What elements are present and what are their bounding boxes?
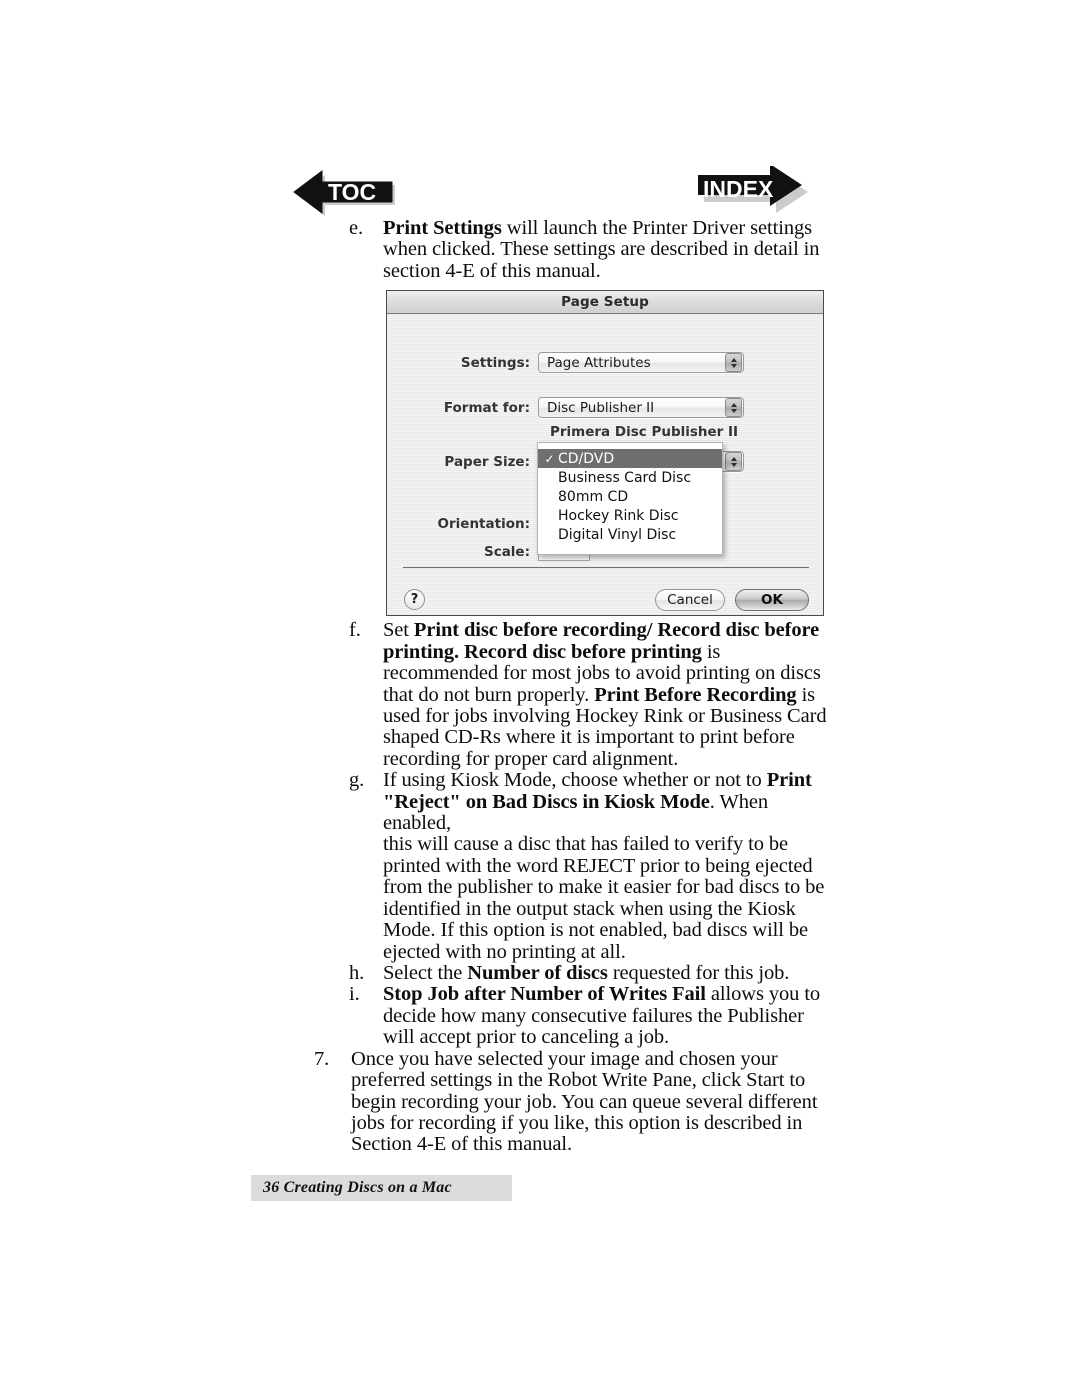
help-glyph: ? [410,592,419,607]
paragraph-line: shaped CD-Rs where it is important to pr… [383,726,795,749]
dialog-titlebar: Page Setup [387,291,823,314]
paper-size-menu-item-label: Business Card Disc [558,469,692,486]
chevron-updown-icon[interactable] [725,398,742,417]
paragraph-line: Set Print disc before recording/ Record … [383,619,820,642]
paragraph-i: i. Stop Job after Number of Writes Fail … [349,984,1080,1048]
format-for-row: Format for: Disc Publisher II [403,397,809,418]
paragraph-line: printed with the word REJECT prior to be… [383,854,813,877]
paper-size-menu-item[interactable]: ✓ CD/DVD [538,449,722,468]
paragraph-line: this will cause a disc that has failed t… [383,833,789,856]
list-marker: g. [349,769,365,792]
chevron-updown-icon[interactable] [725,353,742,372]
list-marker: i. [349,983,360,1006]
paragraph-line: ejected with no printing at all. [383,940,626,963]
paragraph-line: If using Kiosk Mode, choose whether or n… [383,769,812,792]
chevron-down-icon [730,363,737,368]
settings-row: Settings: Page Attributes [403,352,809,373]
paragraph-text: Set Print disc before recording/ Record … [383,620,841,770]
paragraph-line: Once you have selected your image and ch… [351,1047,778,1070]
paragraph-text: Once you have selected your image and ch… [351,1047,843,1156]
toc-nav-label: TOC [328,179,377,205]
paragraph-line: Stop Job after Number of Writes Fail all… [383,983,821,1006]
list-marker: 7. [314,1047,330,1070]
paper-size-menu[interactable]: ✓ CD/DVD Business Card Disc 80mm CD Hockey R… [537,442,723,555]
nav-arrow-bar: TOC INDEX [0,0,1080,230]
paragraph-line: "Reject" on Bad Discs in Kiosk Mode. Whe… [383,790,768,835]
paragraph-line: printing. Record disc before printing is [383,640,721,663]
paragraph-text: Stop Job after Number of Writes Fail all… [383,984,841,1048]
orientation-label: Orientation: [437,516,530,532]
chevron-updown-icon[interactable] [725,452,742,471]
paragraph-line: recording for proper card alignment. [383,747,679,770]
list-marker: h. [349,962,365,985]
paragraph-line: decide how many consecutive failures the… [383,1004,804,1027]
paragraph-h: h. Select the Number of discs requested … [349,962,1080,985]
index-nav-label: INDEX [703,176,774,202]
dialog-body: Settings: Page Attributes Format for: Di… [387,314,823,615]
paragraph-line: will accept prior to canceling a job. [383,1026,670,1049]
format-for-popup-button[interactable]: Disc Publisher II [538,397,744,418]
paragraph-line: preferred settings in the Robot Write Pa… [351,1069,806,1092]
paragraph-line: Section 4-E of this manual. [351,1133,573,1156]
index-nav-button[interactable]: INDEX [694,166,808,214]
format-for-label: Format for: [443,399,530,416]
dialog-separator [403,567,809,568]
paragraph-text: Print Settings will launch the Printer D… [383,217,841,282]
paragraph-e: e. Print Settings will launch the Printe… [349,217,1080,282]
paper-size-menu-item[interactable]: Digital Vinyl Disc [538,525,722,544]
chevron-up-icon [730,456,737,461]
paragraph-line: Print Settings will launch the Printer D… [383,217,813,239]
scale-label: Scale: [483,543,530,560]
paper-size-menu-item[interactable]: Hockey Rink Disc [538,506,722,525]
paper-size-menu-item-label: 80mm CD [558,488,629,505]
paragraph-line: from the publisher to make it easier for… [383,876,825,899]
paper-size-menu-item-label: CD/DVD [558,450,615,467]
settings-popup-value: Page Attributes [547,354,651,371]
paper-size-menu-item[interactable]: 80mm CD [538,487,722,506]
paragraph-line: recommended for most jobs to avoid print… [383,662,821,685]
paragraph-line: Mode. If this option is not enabled, bad… [383,919,809,942]
dialog-title: Page Setup [561,294,649,310]
paragraph-line: that do not burn properly. Print Before … [383,683,816,706]
cancel-button-label: Cancel [667,592,713,608]
paragraph-line: begin recording your job. You can queue … [351,1090,818,1113]
list-marker: f. [349,619,361,642]
footer-text: 36 Creating Discs on a Mac [263,1179,452,1196]
paragraph-f: f. Set Print disc before recording/ Reco… [349,619,1080,770]
paragraph-text: If using Kiosk Mode, choose whether or n… [383,770,841,963]
page-footer: 36 Creating Discs on a Mac [251,1175,512,1201]
paragraph-line: Select the Number of discs requested for… [383,962,790,985]
paragraph-line: jobs for recording if you like, this opt… [351,1111,803,1134]
list-marker: e. [349,217,364,239]
chevron-up-icon [730,357,737,362]
paper-size-menu-item[interactable]: Business Card Disc [538,468,722,487]
paragraph-line: when clicked. These settings are describ… [383,238,820,261]
paragraph-g: g. If using Kiosk Mode, choose whether o… [349,769,1080,963]
paragraph-text: Select the Number of discs requested for… [383,962,841,985]
ok-button[interactable]: OK [735,589,809,611]
settings-popup-button[interactable]: Page Attributes [538,352,744,373]
help-icon[interactable]: ? [404,589,425,610]
chevron-down-icon [730,408,737,413]
toc-nav-button[interactable]: TOC [292,168,396,216]
paper-size-menu-item-label: Hockey Rink Disc [558,507,679,524]
paragraph-7: 7. Once you have selected your image and… [314,1047,1080,1156]
paper-size-label: Paper Size: [444,453,530,470]
ok-button-label: OK [761,592,783,608]
paragraph-line: section 4-E of this manual. [383,259,601,282]
chevron-up-icon [730,402,737,407]
printer-model-note: Primera Disc Publisher II [550,424,739,440]
chevron-down-icon [730,462,737,467]
format-for-popup-value: Disc Publisher II [547,399,655,416]
settings-label: Settings: [460,354,530,371]
check-icon: ✓ [544,451,555,466]
paper-size-menu-item-label: Digital Vinyl Disc [558,526,677,543]
paragraph-line: identified in the output stack when usin… [383,897,796,920]
paragraph-line: used for jobs involving Hockey Rink or B… [383,704,827,727]
page-setup-dialog: Page Setup Settings: Page Attributes For… [386,290,824,616]
paper-size-menu-list: ✓ CD/DVD Business Card Disc 80mm CD Hockey R… [538,449,722,544]
cancel-button[interactable]: Cancel [655,589,725,611]
